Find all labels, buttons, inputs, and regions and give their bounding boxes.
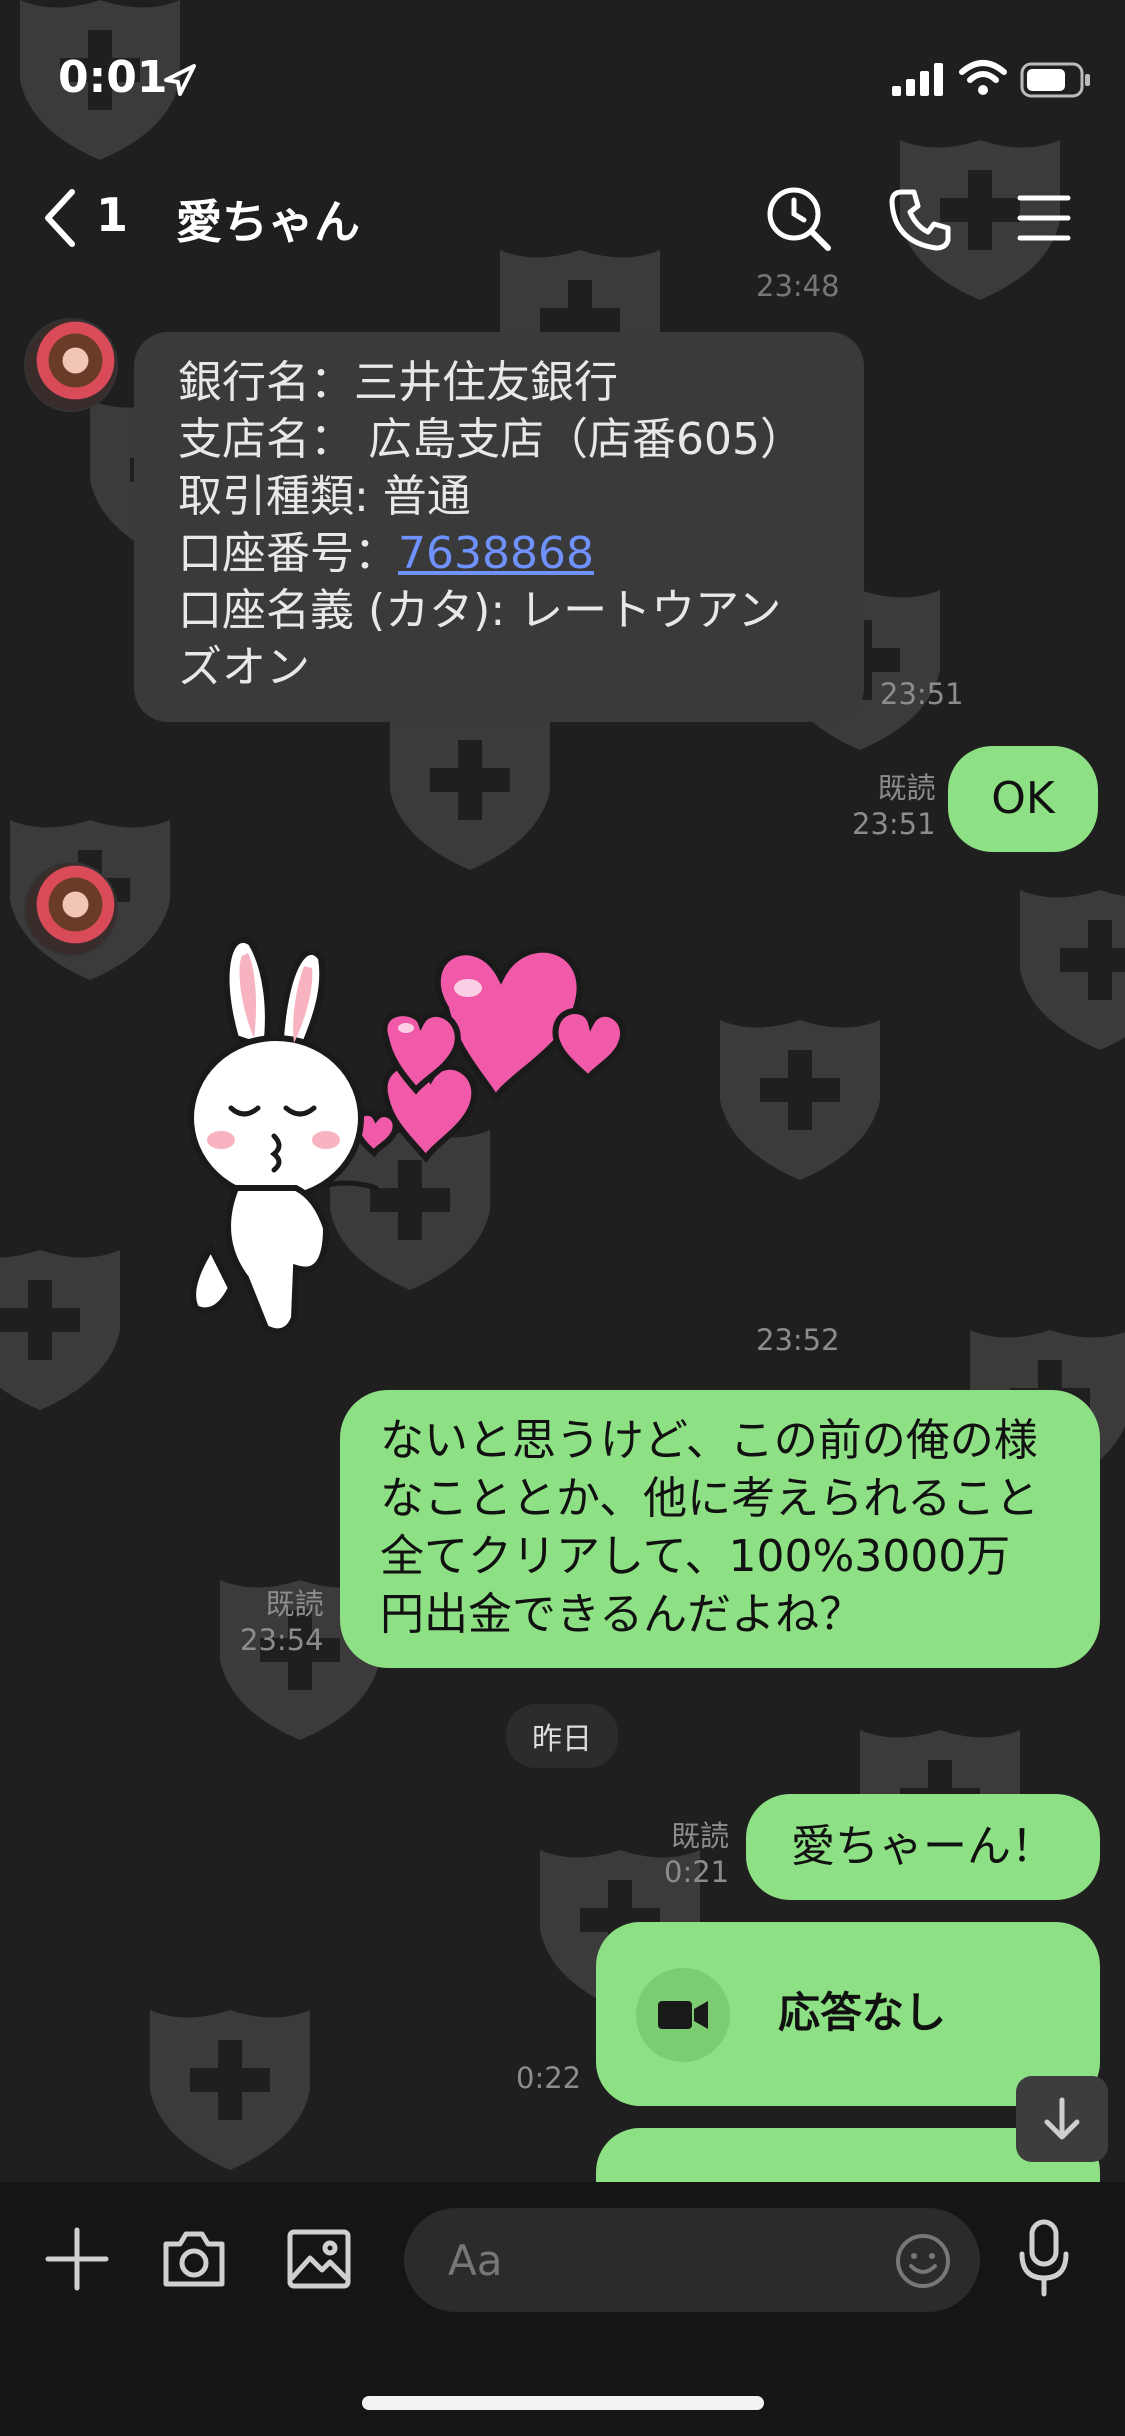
message-time: 0:22 [516,2061,582,2095]
phone-icon[interactable] [888,186,954,252]
input-placeholder: Aa [448,2236,503,2285]
account-number-label: 口座番号： [178,528,398,579]
message-line: 取引種類: 普通 [178,471,471,522]
message-time: 23:51 [880,677,964,711]
image-icon[interactable] [286,2226,352,2292]
read-receipt: 既読 23:54 [240,1587,324,1657]
microphone-icon[interactable] [1016,2218,1072,2298]
menu-icon[interactable] [1016,192,1072,244]
emoji-icon[interactable] [894,2232,952,2290]
arrow-down-icon [1044,2097,1080,2140]
wifi-icon [959,60,1007,95]
message-line: ないと思うけど、この前の俺の様 [380,1415,1038,1466]
message-line: 全てクリアして、100%3000万 [380,1531,1011,1582]
message-text: 愛ちゃーん！ [791,1821,1055,1872]
message-line: 支店名： 広島支店（店番605） [178,414,804,465]
message-input[interactable]: Aa [404,2208,980,2312]
outgoing-message-bubble[interactable]: ないと思うけど、この前の俺の様 なこととか、他に考えられること 全てクリアして、… [340,1390,1100,1668]
outgoing-message-bubble[interactable]: 愛ちゃーん！ [746,1794,1100,1900]
message-time: 23:48 [756,269,840,303]
message-line: 口座名義 (カタ): レートウアン [178,585,782,636]
message-text: OK [991,773,1055,824]
read-receipt: 既読 0:21 [664,1819,730,1889]
plus-icon[interactable] [44,2226,110,2292]
message-line: 口座番号：7638868 [178,525,818,582]
message-time: 23:52 [756,1323,840,1357]
chat-title: 愛ちゃん [176,195,360,249]
scroll-to-bottom-button[interactable] [1016,2076,1108,2162]
status-time: 0:01 [58,52,168,103]
battery-icon [1020,62,1090,98]
home-indicator [362,2396,764,2410]
date-divider: 昨日 [506,1704,618,1768]
message-line: なこととか、他に考えられること [380,1473,1040,1524]
call-status-text: 応答なし [778,1988,947,2037]
avatar[interactable] [24,862,118,956]
message-line: 銀行名：三井住友銀行 [178,357,618,408]
camera-icon[interactable] [160,2228,228,2290]
incoming-message-bubble[interactable]: 銀行名：三井住友銀行 支店名： 広島支店（店番605） 取引種類: 普通 口座番… [134,332,864,722]
search-icon[interactable] [764,184,834,254]
outgoing-message-bubble[interactable]: OK [948,746,1098,852]
read-receipt: 既読 23:51 [852,771,936,841]
message-line: ズオン [178,642,310,693]
unread-count[interactable]: 1 [96,188,128,242]
avatar[interactable] [24,318,118,412]
bunny-kiss-sticker[interactable] [176,908,716,1338]
message-line: 円出金できるんだよね？ [380,1589,864,1640]
back-chevron-icon[interactable] [40,188,80,248]
video-camera-icon [636,1968,730,2062]
cellular-signal-icon [892,63,943,96]
location-arrow-icon [164,64,196,96]
account-number-link[interactable]: 7638868 [398,528,594,579]
